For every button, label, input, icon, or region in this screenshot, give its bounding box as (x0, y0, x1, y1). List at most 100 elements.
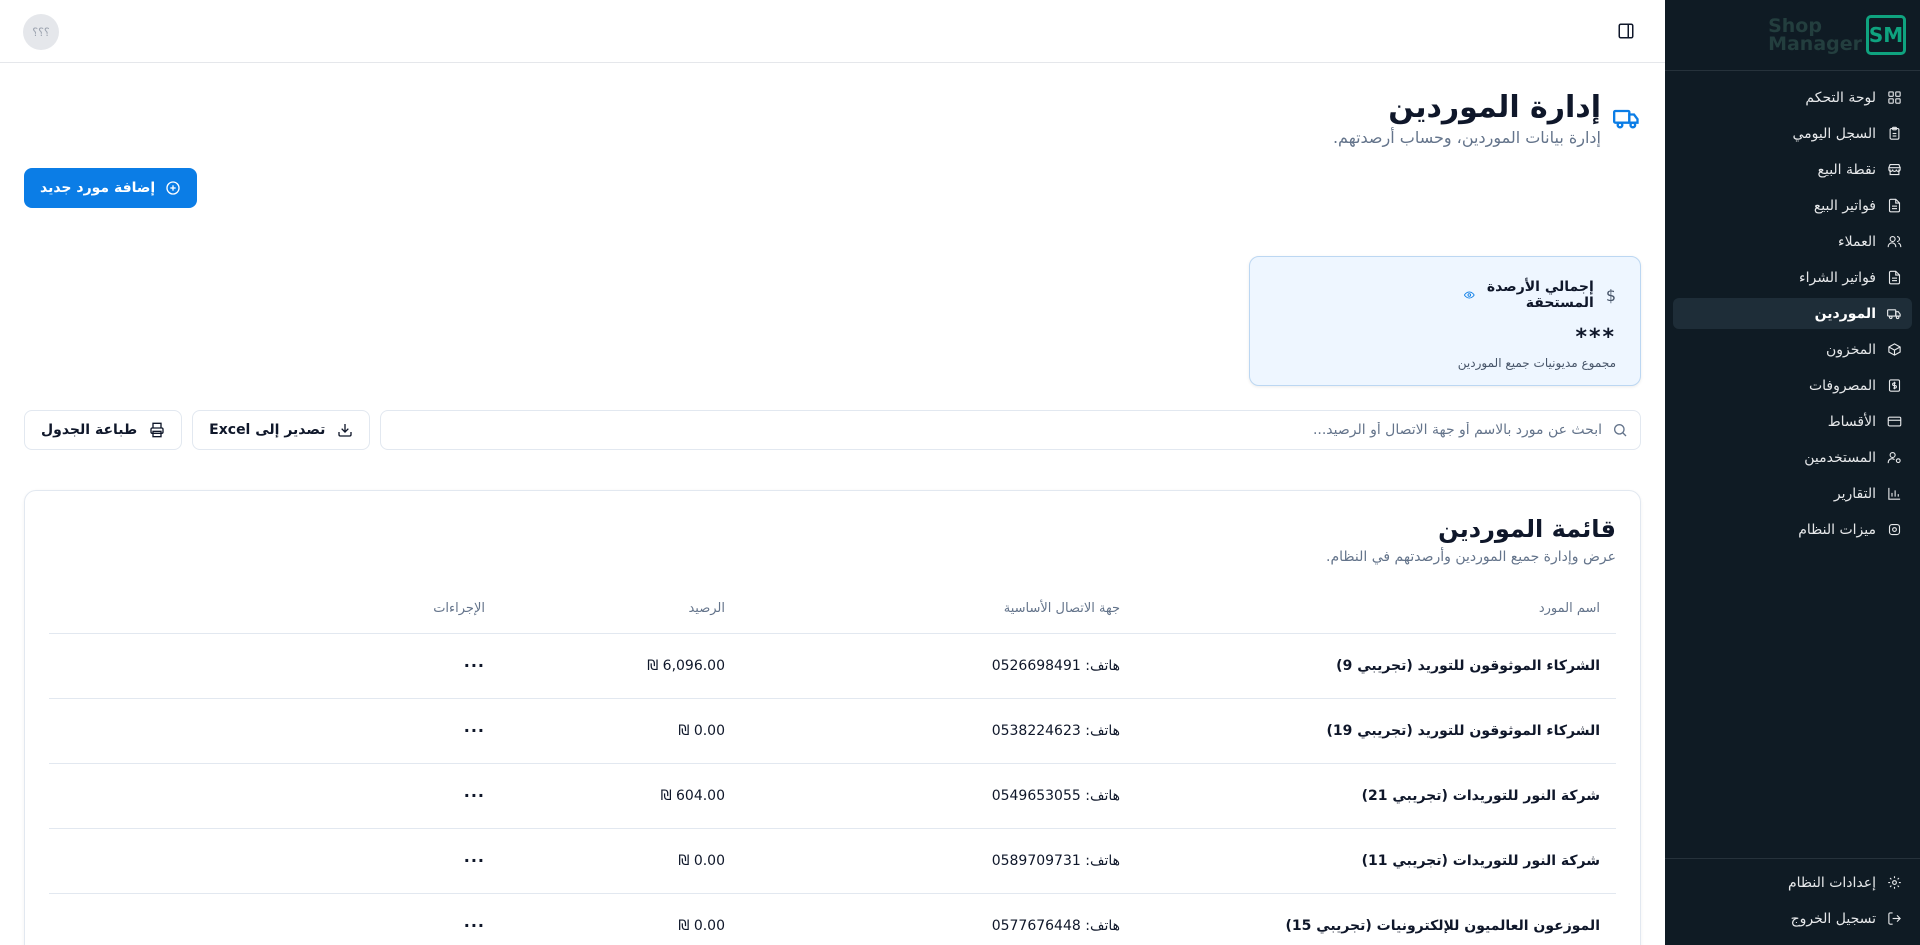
sidebar-item-reports[interactable]: التقارير (1673, 478, 1912, 509)
sidebar-item-label: فواتير البيع (1813, 197, 1876, 214)
supplier-balance: 0.00 ₪ (501, 698, 741, 764)
supplier-name: الشركاء الموثوقون للتوريد (تجريبي 19) (1136, 698, 1616, 764)
table-header-row: اسم المورد جهة الاتصال الأساسية الرصيد ا… (49, 585, 1616, 634)
sidebar-item-label: نقطة البيع (1817, 161, 1876, 178)
dollar-icon: $ (1605, 285, 1616, 305)
sidebar-item-label: فواتير الشراء (1799, 269, 1876, 286)
supplier-name: شركة النور للتوريدات (تجريبي 21) (1136, 763, 1616, 829)
logo[interactable]: SM Shop Manager (1665, 0, 1920, 71)
sidebar-item-users[interactable]: المستخدمين (1673, 442, 1912, 473)
sidebar-item-label: السجل اليومي (1792, 125, 1876, 142)
supplier-balance: 0.00 ₪ (501, 828, 741, 894)
user-cog-icon (1886, 450, 1902, 466)
sidebar-item-label: إعدادات النظام (1787, 874, 1876, 891)
sidebar-item-installments[interactable]: الأقساط (1673, 406, 1912, 437)
search-input[interactable] (393, 411, 1602, 449)
supplier-contact: هاتف: 0526698491 (741, 633, 1136, 699)
table-subtitle: عرض وإدارة جميع الموردين وأرصدتهم في الن… (1326, 549, 1616, 565)
topbar: ؟؟؟ (0, 0, 1665, 63)
sidebar-item-expenses[interactable]: المصروفات (1673, 370, 1912, 401)
table-toolbar: تصدير إلى Excel طباعة الجدول (24, 410, 1641, 450)
package-icon (1886, 342, 1902, 358)
table-row[interactable]: الشركاء الموثوقون للتوريد (تجريبي 9) هات… (49, 633, 1616, 699)
sidebar-item-purchase-invoices[interactable]: فواتير الشراء (1673, 262, 1912, 293)
logo-mark: SM (1866, 15, 1906, 55)
gear-icon (1886, 875, 1902, 891)
bar-chart-icon (1886, 486, 1902, 502)
sidebar-item-label: المستخدمين (1804, 449, 1876, 466)
sidebar-footer: إعدادات النظام تسجيل الخروج (1665, 858, 1920, 945)
sidebar-nav: لوحة التحكم السجل اليومي نقطة البيع فوات… (1665, 71, 1920, 858)
plus-circle-icon (166, 181, 180, 195)
add-supplier-button[interactable]: إضافة مورد جديد (24, 168, 198, 208)
row-actions-menu-icon[interactable]: ··· (49, 633, 501, 699)
avatar[interactable]: ؟؟؟ (23, 14, 59, 50)
search-icon (1614, 424, 1627, 437)
panel-toggle-icon[interactable] (1617, 22, 1635, 40)
sidebar-item-daily-log[interactable]: السجل اليومي (1673, 118, 1912, 149)
sidebar-item-label: العملاء (1838, 233, 1876, 250)
grid-icon (1886, 90, 1902, 106)
truck-icon (1886, 306, 1902, 322)
sidebar-item-dashboard[interactable]: لوحة التحكم (1673, 82, 1912, 113)
settings-icon (1886, 522, 1902, 538)
supplier-balance: 604.00 ₪ (501, 763, 741, 829)
page-subtitle: إدارة بيانات الموردين، وحساب أرصدتهم. (1332, 128, 1601, 147)
table-row[interactable]: شركة النور للتوريدات (تجريبي 11) هاتف: 0… (49, 828, 1616, 894)
credit-card-icon (1886, 414, 1902, 430)
file-text-icon (1886, 198, 1902, 214)
sidebar-item-label: التقارير (1833, 485, 1876, 502)
table-title: قائمة الموردين (1438, 515, 1616, 543)
row-actions-menu-icon[interactable]: ··· (49, 893, 501, 945)
clipboard-icon (1886, 126, 1902, 142)
logo-text: Shop Manager (1768, 17, 1862, 54)
sidebar-item-logout[interactable]: تسجيل الخروج (1673, 903, 1912, 934)
page-header: إدارة الموردين إدارة بيانات الموردين، وح… (1333, 90, 1641, 147)
row-actions-menu-icon[interactable]: ··· (49, 698, 501, 764)
sidebar-item-system-features[interactable]: ميزات النظام (1673, 514, 1912, 545)
users-icon (1886, 234, 1902, 250)
row-actions-menu-icon[interactable]: ··· (49, 763, 501, 829)
sidebar-item-suppliers[interactable]: الموردين (1673, 298, 1912, 329)
receipt-icon (1886, 378, 1902, 394)
export-excel-button[interactable]: تصدير إلى Excel (192, 410, 371, 450)
supplier-name: الموزعون العالميون للإلكترونيات (تجريبي … (1136, 893, 1616, 945)
supplier-contact: هاتف: 0538224623 (741, 698, 1136, 764)
supplier-balance: 6,096.00 ₪ (501, 633, 741, 699)
table-row[interactable]: الشركاء الموثوقون للتوريد (تجريبي 19) ها… (49, 698, 1616, 764)
store-icon (1886, 162, 1902, 178)
sidebar-item-label: ميزات النظام (1798, 521, 1876, 538)
search-box (380, 410, 1641, 450)
sidebar-item-sales-invoices[interactable]: فواتير البيع (1673, 190, 1912, 221)
sidebar-item-pos[interactable]: نقطة البيع (1673, 154, 1912, 185)
eye-icon[interactable] (1464, 287, 1475, 303)
download-icon (338, 424, 353, 437)
export-excel-label: تصدير إلى Excel (209, 422, 326, 438)
print-table-label: طباعة الجدول (41, 422, 138, 438)
sidebar-item-label: المخزون (1825, 341, 1876, 358)
supplier-balance: 0.00 ₪ (501, 893, 741, 945)
column-header-name[interactable]: اسم المورد (1136, 585, 1616, 634)
stat-card-description: مجموع مديونيات جميع الموردين (1457, 356, 1616, 370)
column-header-contact[interactable]: جهة الاتصال الأساسية (741, 585, 1136, 634)
sidebar-item-inventory[interactable]: المخزون (1673, 334, 1912, 365)
file-text-icon (1886, 270, 1902, 286)
stat-card-header: $ إجمالي الأرصدة المستحقة (1274, 279, 1616, 311)
stat-card-title: إجمالي الأرصدة المستحقة (1486, 279, 1594, 311)
truck-icon (1613, 109, 1639, 129)
sidebar-item-label: الموردين (1814, 305, 1876, 322)
sidebar-item-label: تسجيل الخروج (1790, 910, 1876, 927)
supplier-name: شركة النور للتوريدات (تجريبي 11) (1136, 828, 1616, 894)
table-row[interactable]: الموزعون العالميون للإلكترونيات (تجريبي … (49, 893, 1616, 945)
suppliers-table: اسم المورد جهة الاتصال الأساسية الرصيد ا… (49, 585, 1616, 945)
sidebar-item-label: لوحة التحكم (1805, 89, 1876, 106)
column-header-balance[interactable]: الرصيد (501, 585, 741, 634)
add-supplier-label: إضافة مورد جديد (40, 180, 156, 196)
row-actions-menu-icon[interactable]: ··· (49, 828, 501, 894)
table-row[interactable]: شركة النور للتوريدات (تجريبي 21) هاتف: 0… (49, 763, 1616, 829)
sidebar-item-system-settings[interactable]: إعدادات النظام (1673, 867, 1912, 898)
printer-icon (150, 422, 164, 438)
sidebar-item-customers[interactable]: العملاء (1673, 226, 1912, 257)
sidebar-item-label: المصروفات (1808, 377, 1876, 394)
print-table-button[interactable]: طباعة الجدول (24, 410, 183, 450)
